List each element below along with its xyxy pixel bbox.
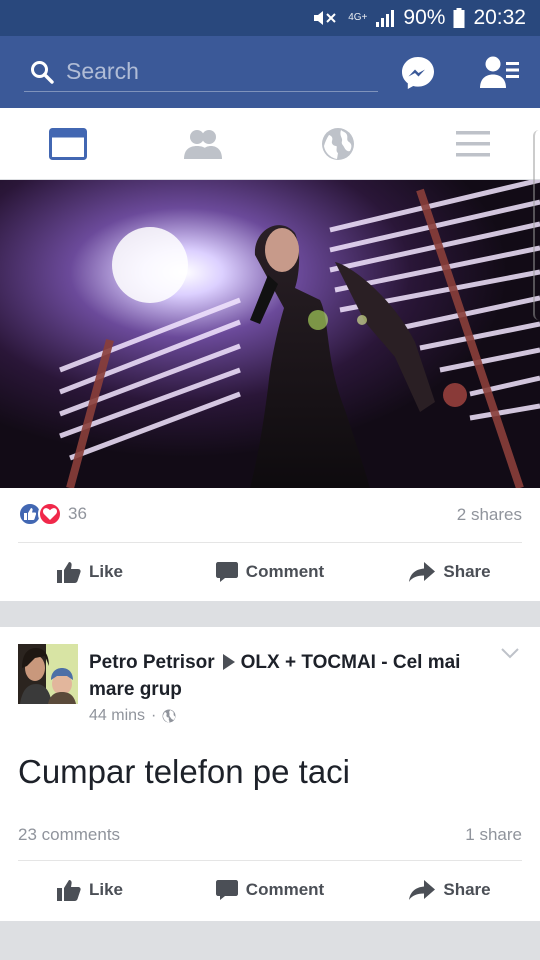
top-bar: Search — [0, 36, 540, 108]
comment-label: Comment — [245, 880, 325, 899]
menu-icon — [455, 131, 490, 157]
comment-button[interactable]: Comment — [180, 861, 360, 919]
network-type: 4G+ — [348, 12, 368, 23]
post-header: Petro Petrisor OLX + TOCMAI - Cel mai mar… — [89, 649, 469, 703]
share-label: Share — [443, 562, 491, 581]
like-label: Like — [88, 880, 124, 899]
like-label: Like — [88, 562, 124, 581]
comment-icon — [215, 562, 238, 582]
tab-friends[interactable] — [135, 108, 270, 180]
screen-edge — [533, 130, 540, 320]
status-bar: 4G+ 90% 20:32 — [0, 0, 540, 36]
mute-icon — [314, 11, 336, 25]
public-globe-icon — [162, 709, 176, 723]
comments-count[interactable]: 23 comments — [18, 825, 120, 845]
share-arrow-icon — [409, 562, 436, 582]
shares-count[interactable]: 2 shares — [457, 505, 522, 525]
meta-separator: · — [151, 707, 157, 724]
tab-bar — [0, 108, 540, 180]
thumbs-up-icon — [56, 562, 81, 583]
post-1-footer: 36 2 shares Like Comment Share — [0, 488, 540, 601]
share-arrow-icon — [409, 880, 436, 900]
tab-menu[interactable] — [405, 108, 540, 180]
like-button[interactable]: Like — [0, 543, 180, 601]
search-placeholder: Search — [66, 58, 139, 84]
thumbs-up-icon — [56, 880, 81, 901]
avatar[interactable] — [18, 644, 78, 704]
tab-notifications[interactable] — [270, 108, 405, 180]
clock: 20:32 — [473, 6, 526, 29]
post-text: Cumpar telefon pe taci — [18, 753, 351, 790]
news-feed-icon — [48, 128, 87, 160]
author-name[interactable]: Petro Petrisor — [89, 652, 215, 673]
post-2: Petro Petrisor OLX + TOCMAI - Cel mai mar… — [0, 627, 540, 921]
battery-icon — [453, 8, 465, 28]
battery-percent: 90% — [403, 6, 446, 29]
love-reaction-icon — [38, 502, 62, 526]
triangle-right-icon — [222, 654, 235, 670]
comment-icon — [215, 880, 238, 900]
search-icon — [31, 60, 54, 84]
signal-icon — [376, 10, 395, 27]
like-button[interactable]: Like — [0, 861, 180, 919]
post-1-actions: Like Comment Share — [0, 543, 540, 601]
share-button[interactable]: Share — [360, 861, 540, 919]
share-label: Share — [443, 880, 491, 899]
friends-icon — [183, 130, 222, 159]
reactions-summary[interactable]: 36 — [18, 502, 87, 526]
post-photo[interactable] — [0, 180, 540, 488]
globe-icon — [321, 128, 354, 160]
search-input[interactable]: Search — [24, 52, 378, 92]
comment-label: Comment — [245, 562, 325, 581]
post-2-actions: Like Comment Share — [0, 861, 540, 919]
post-time[interactable]: 44 mins — [89, 707, 145, 725]
messenger-icon[interactable] — [401, 56, 435, 90]
share-button[interactable]: Share — [360, 543, 540, 601]
tab-news-feed[interactable] — [0, 108, 135, 180]
reaction-count: 36 — [68, 504, 87, 523]
post-meta: 44 mins · — [89, 707, 176, 725]
comment-button[interactable]: Comment — [180, 543, 360, 601]
friend-requests-icon[interactable] — [480, 55, 520, 89]
shares-count[interactable]: 1 share — [465, 825, 522, 845]
chevron-down-icon[interactable] — [500, 647, 520, 659]
